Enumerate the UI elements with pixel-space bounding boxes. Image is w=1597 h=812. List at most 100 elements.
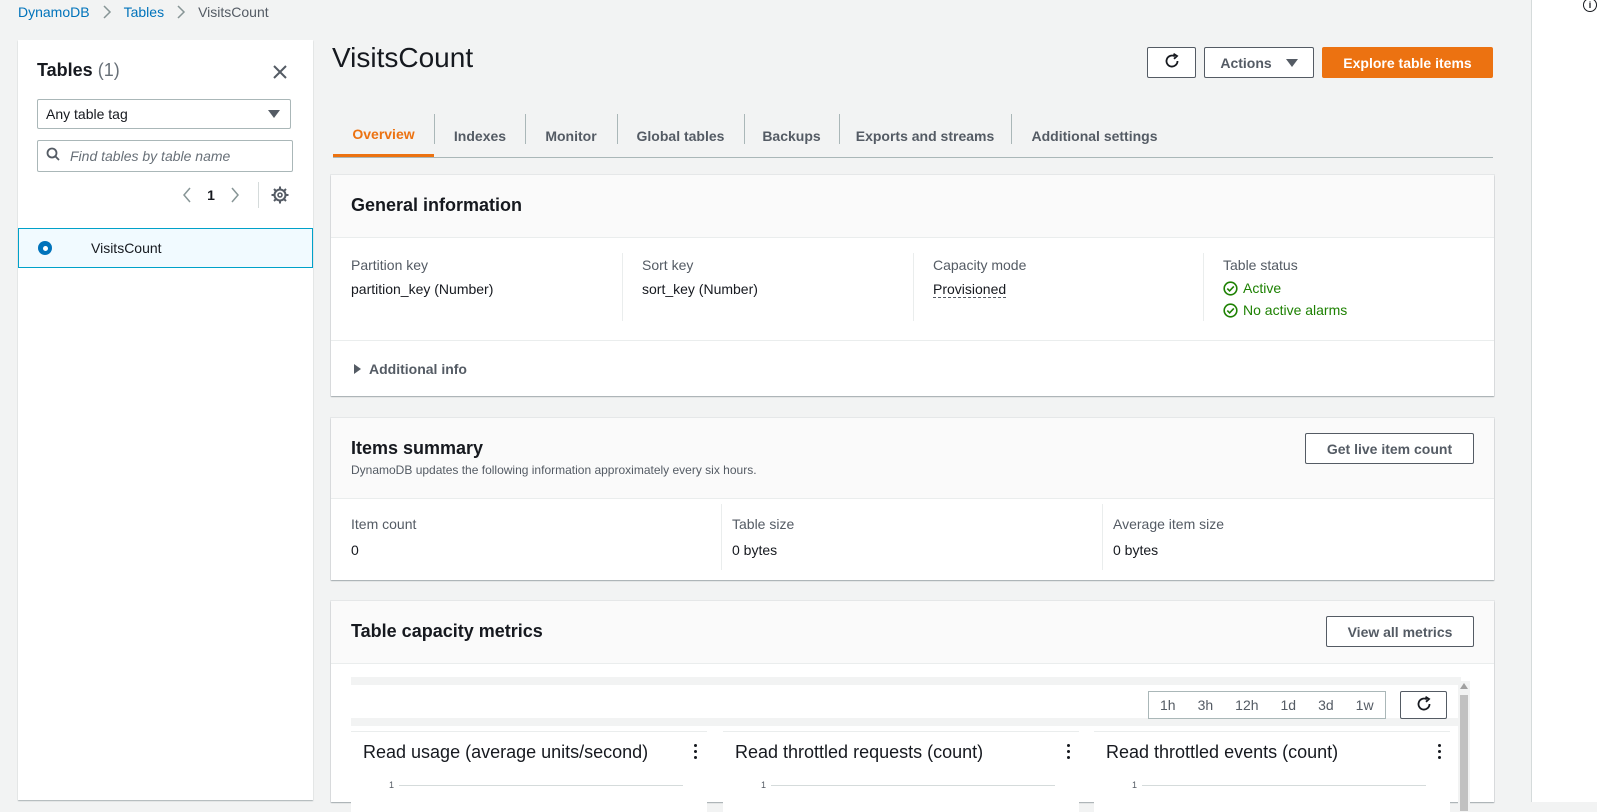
capacity-metrics-header: Table capacity metrics (331, 601, 1494, 664)
chevron-right-icon[interactable] (226, 186, 244, 204)
tab-monitor[interactable]: Monitor (525, 114, 617, 157)
explore-table-items-button[interactable]: Explore table items (1322, 47, 1493, 78)
actions-button-label: Actions (1220, 54, 1272, 71)
items-summary-title: Items summary (351, 438, 484, 458)
page-title: VisitsCount (332, 42, 474, 73)
table-alarms-status: No active alarms (1223, 302, 1347, 318)
chart-gridline (771, 785, 1055, 786)
caret-down-icon (1285, 58, 1298, 67)
check-circle-icon (1223, 280, 1238, 296)
more-options-icon[interactable] (1067, 744, 1071, 759)
time-range-selector: 1h 3h 12h 1d 3d 1w (1148, 691, 1386, 719)
chart-read-usage: Read usage (average units/second) 1 (351, 731, 707, 812)
tab-exports-and-streams[interactable]: Exports and streams (839, 114, 1011, 157)
general-information-panel: General information Partition key partit… (331, 175, 1494, 396)
range-12h[interactable]: 12h (1224, 697, 1269, 713)
table-size-value: 0 bytes (732, 542, 778, 558)
general-information-header: General information (331, 175, 1494, 238)
actions-button[interactable]: Actions (1204, 47, 1314, 78)
chart-read-throttled-requests: Read throttled requests (count) 1 (723, 731, 1079, 812)
breadcrumb-current: VisitsCount (198, 4, 269, 20)
chevron-right-icon (174, 5, 188, 19)
radio-selected-icon[interactable] (38, 241, 52, 255)
range-3h[interactable]: 3h (1187, 697, 1225, 713)
additional-info-label: Additional info (369, 361, 467, 377)
chevron-right-icon (100, 5, 114, 19)
partition-key-label: Partition key (351, 257, 429, 273)
table-status-active-text: Active (1243, 280, 1282, 296)
table-status-label: Table status (1223, 257, 1298, 273)
general-information-title: General information (351, 195, 523, 215)
gear-icon[interactable] (270, 185, 290, 205)
chart-y-tick: 1 (1132, 780, 1138, 790)
chart-gridline (399, 785, 683, 786)
capacity-metrics-title: Table capacity metrics (351, 621, 543, 641)
table-search-input[interactable] (68, 147, 272, 165)
right-panel-strip (1532, 0, 1597, 802)
current-page-number[interactable]: 1 (202, 187, 220, 203)
refresh-button[interactable] (1147, 47, 1196, 78)
breadcrumb: DynamoDB Tables VisitsCount (18, 4, 269, 20)
sort-key-label: Sort key (642, 257, 694, 273)
metrics-scrollbar[interactable] (1458, 681, 1470, 811)
tables-count: (1) (97, 60, 120, 80)
range-1h[interactable]: 1h (1149, 697, 1187, 713)
right-panel-divider (1531, 0, 1532, 802)
more-options-icon[interactable] (694, 744, 698, 759)
column-divider (1203, 253, 1204, 321)
column-divider (721, 504, 722, 570)
range-3d[interactable]: 3d (1307, 697, 1345, 713)
column-divider (622, 253, 623, 321)
view-all-metrics-button[interactable]: View all metrics (1326, 616, 1474, 647)
partition-key-value: partition_key (Number) (351, 281, 494, 297)
breadcrumb-tables-link[interactable]: Tables (124, 4, 164, 20)
items-summary-panel: Items summary DynamoDB updates the follo… (331, 418, 1494, 580)
average-item-size-value: 0 bytes (1113, 542, 1159, 558)
additional-info-expander[interactable]: Additional info (351, 361, 467, 377)
table-pagination: 1 (178, 186, 244, 204)
table-list-item[interactable]: VisitsCount (18, 228, 313, 268)
chart-read-throttled-requests-title: Read throttled requests (count) (735, 742, 984, 762)
item-count-label: Item count (351, 516, 417, 532)
search-icon (46, 147, 60, 166)
table-tag-select[interactable]: Any table tag (37, 99, 291, 129)
chevron-left-icon[interactable] (178, 186, 196, 204)
chart-read-throttled-events: Read throttled events (count) 1 (1094, 731, 1450, 812)
chart-read-usage-title: Read usage (average units/second) (363, 742, 649, 762)
table-size-label: Table size (732, 516, 795, 532)
chart-gridline (1142, 785, 1426, 786)
item-count-value: 0 (351, 542, 359, 558)
tab-backups[interactable]: Backups (744, 114, 839, 157)
get-live-item-count-button[interactable]: Get live item count (1305, 433, 1474, 464)
check-circle-icon (1223, 302, 1238, 318)
section-divider (331, 340, 1494, 341)
tables-panel-title: Tables (1) (37, 60, 120, 81)
breadcrumb-dynamodb-link[interactable]: DynamoDB (18, 4, 90, 20)
items-summary-description: DynamoDB updates the following informati… (351, 463, 757, 477)
metrics-toolbar-band (351, 718, 1461, 726)
refresh-icon (1163, 52, 1181, 73)
chart-read-throttled-events-title: Read throttled events (count) (1106, 742, 1339, 762)
refresh-metrics-button[interactable] (1400, 691, 1447, 719)
scrollbar-thumb[interactable] (1460, 695, 1468, 811)
tab-indexes[interactable]: Indexes (434, 114, 526, 157)
close-icon[interactable] (270, 62, 290, 82)
column-divider (1102, 504, 1103, 570)
sort-key-value: sort_key (Number) (642, 281, 758, 297)
tab-additional-settings[interactable]: Additional settings (1011, 114, 1178, 157)
capacity-mode-label: Capacity mode (933, 257, 1027, 273)
tab-overview[interactable]: Overview (333, 114, 434, 157)
scroll-up-arrow-icon[interactable] (1460, 683, 1468, 689)
table-list-item-name[interactable]: VisitsCount (91, 240, 162, 256)
capacity-mode-value[interactable]: Provisioned (933, 281, 1007, 298)
column-divider (913, 253, 914, 321)
range-1d[interactable]: 1d (1270, 697, 1308, 713)
range-1w[interactable]: 1w (1345, 697, 1385, 713)
caret-down-icon (268, 110, 280, 118)
table-tabs: Overview Indexes Monitor Global tables B… (333, 114, 1493, 158)
table-search-field[interactable] (37, 140, 293, 172)
more-options-icon[interactable] (1438, 744, 1442, 759)
chart-y-tick: 1 (389, 780, 395, 790)
table-alarms-status-text: No active alarms (1243, 302, 1348, 318)
tab-global-tables[interactable]: Global tables (617, 114, 744, 157)
